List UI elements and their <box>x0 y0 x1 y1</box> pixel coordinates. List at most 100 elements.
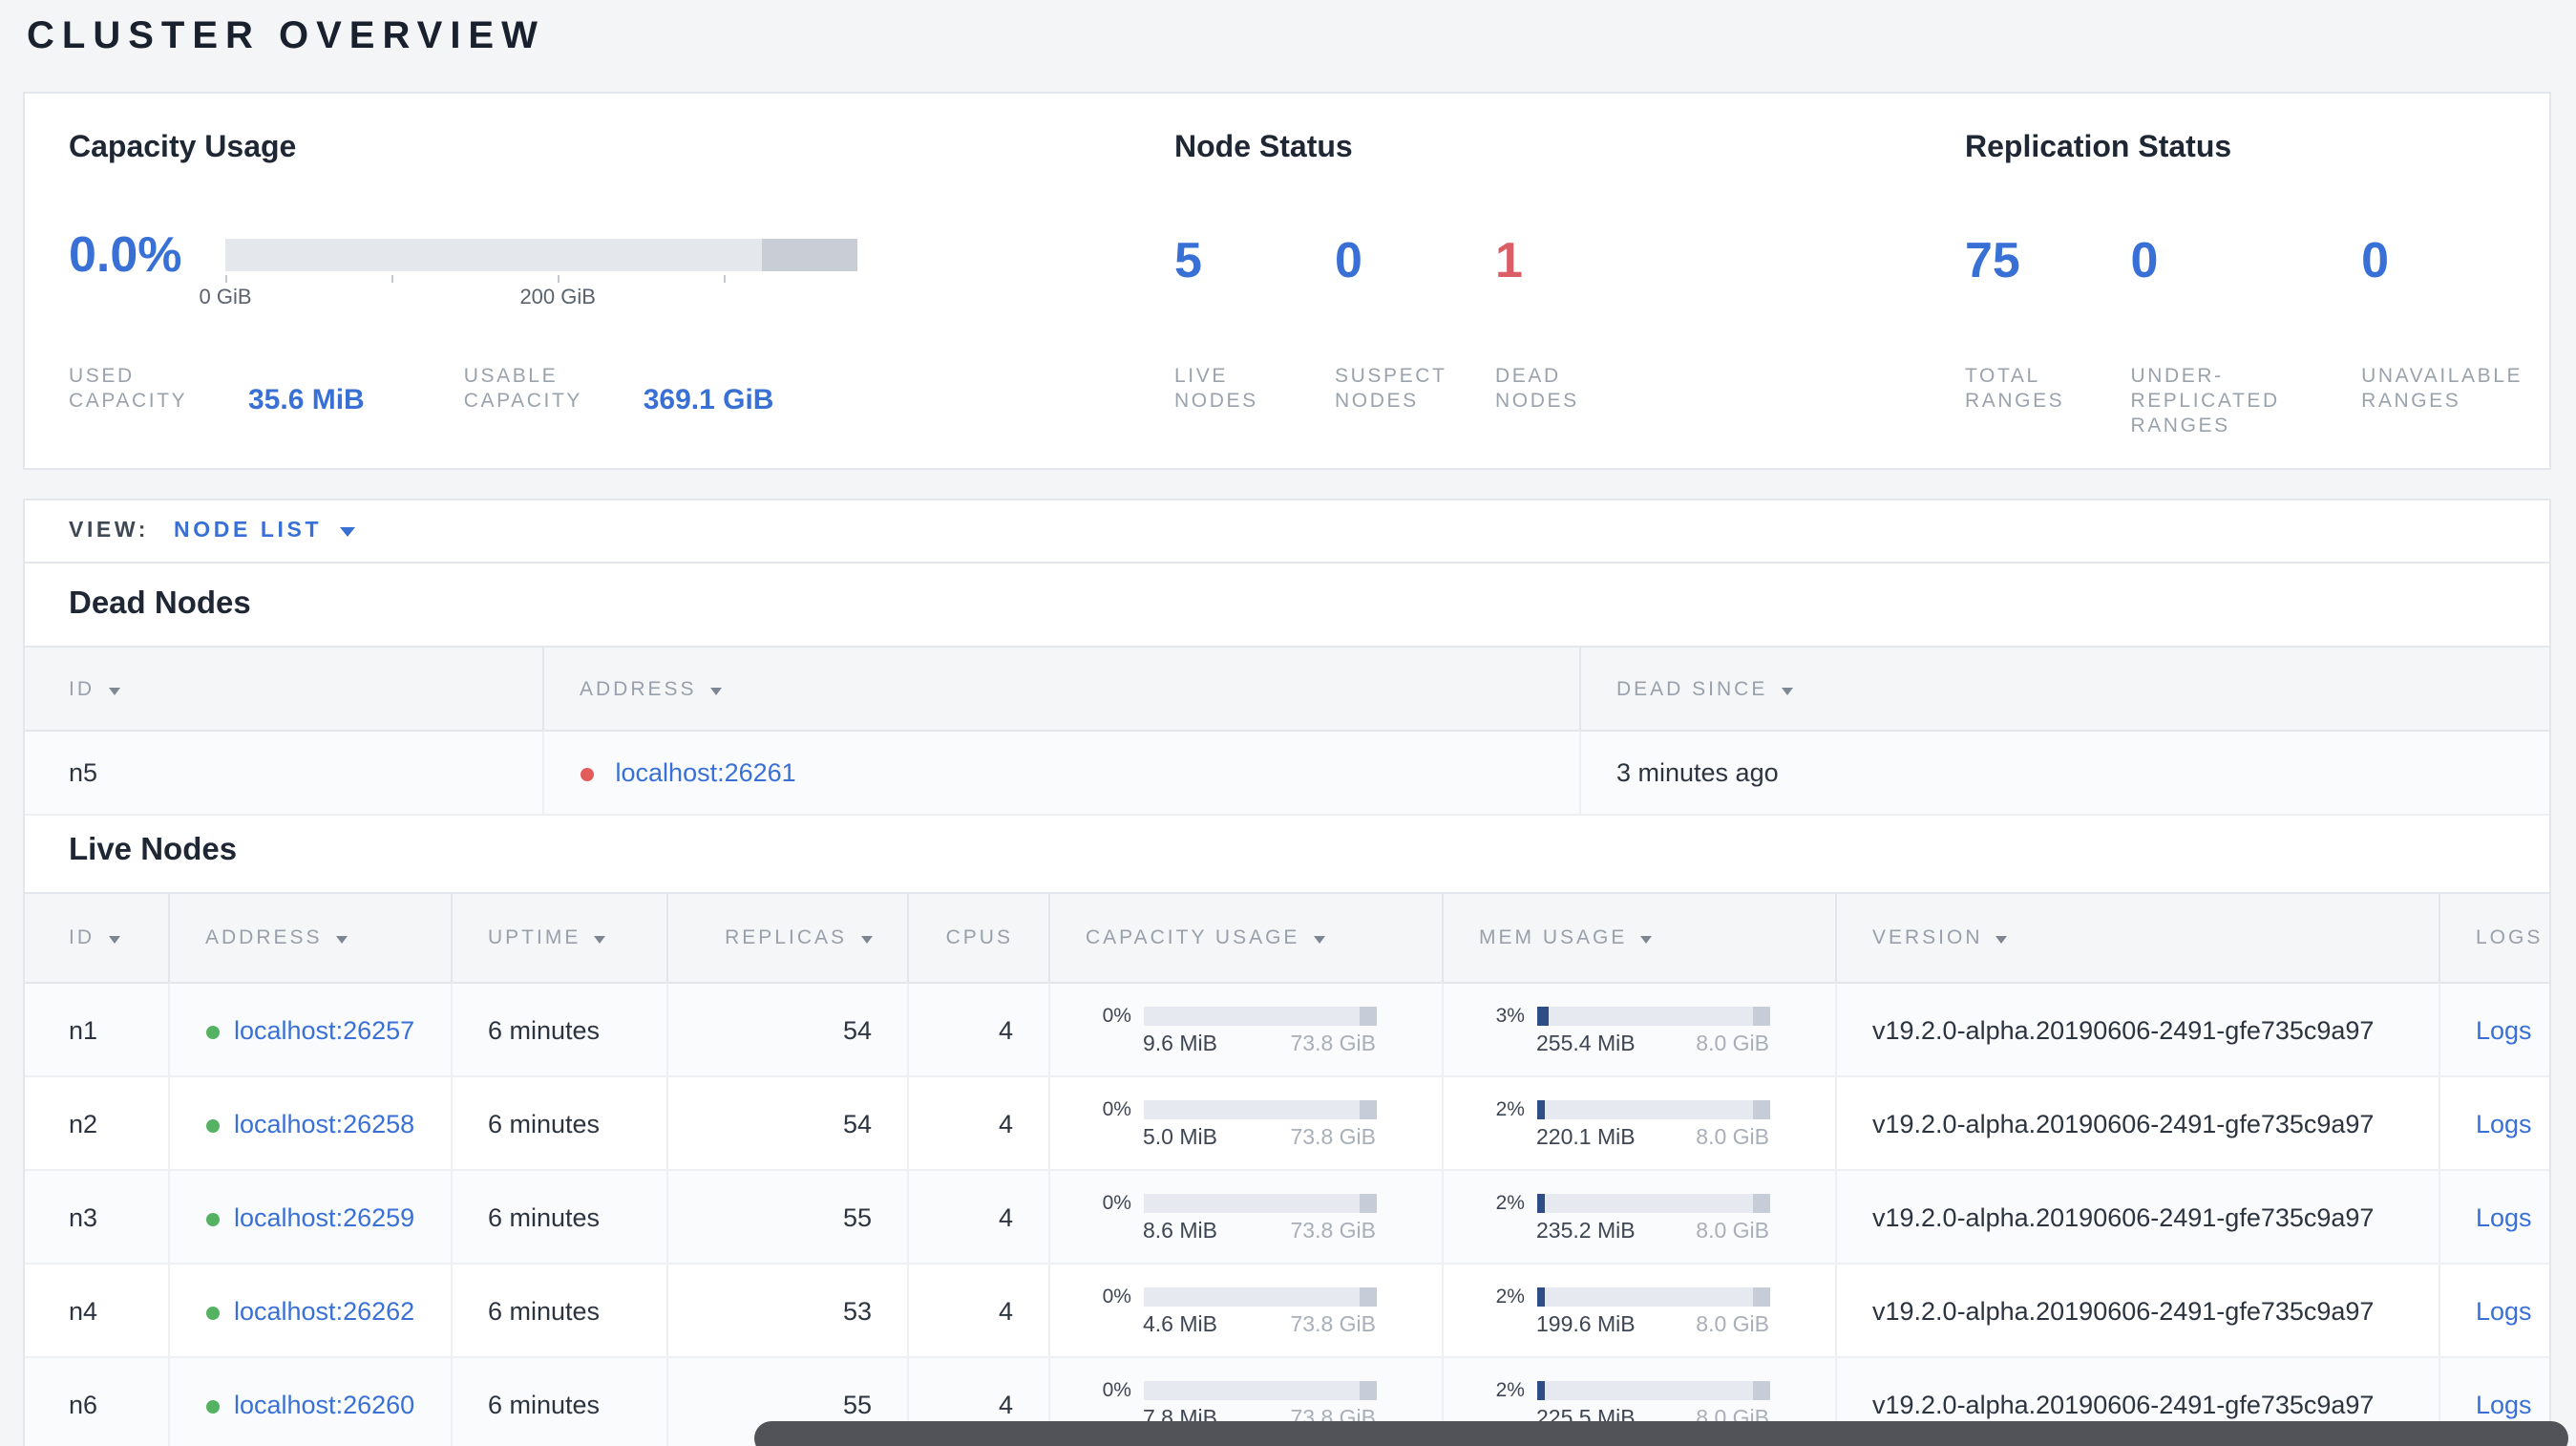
mem-used-value: 255.4 MiB <box>1536 1032 1636 1055</box>
suspect-nodes-label: SUSPECT NODES <box>1335 365 1447 413</box>
version-cell: v19.2.0-alpha.20190606-2491-gfe735c9a97 <box>1835 1170 2439 1265</box>
dead-node-row: n5 localhost:26261 3 minutes ago <box>25 731 2549 816</box>
replicas-cell: 55 <box>666 1170 908 1265</box>
usable-capacity-value: 369.1 GiB <box>643 384 774 416</box>
mem-bar-fill <box>1536 1287 1544 1306</box>
capacity-usage-section: Capacity Usage 0.0% 0 GiB 200 GiB USED C… <box>69 94 1148 468</box>
suspect-nodes-value: 0 <box>1335 231 1362 288</box>
view-dropdown-value: NODE LIST <box>174 520 323 542</box>
uptime-cell: 6 minutes <box>451 1264 667 1358</box>
uptime-cell: 6 minutes <box>451 983 667 1077</box>
mem-bar <box>1536 1380 1769 1399</box>
mem-usage-cell: 2% 235.2 MiB 8.0 GiB <box>1442 1170 1836 1265</box>
node-id-cell: n1 <box>25 983 169 1077</box>
axis-tick <box>391 274 394 282</box>
column-header-id[interactable]: ID <box>25 892 169 984</box>
column-header-replicas[interactable]: REPLICAS <box>666 892 908 984</box>
capacity-bar-reserved-segment <box>762 238 857 270</box>
node-id-cell: n6 <box>25 1357 169 1446</box>
logs-link[interactable]: Logs <box>2476 1202 2532 1231</box>
node-address-link[interactable]: localhost:26258 <box>234 1109 414 1138</box>
mem-bar-reserved <box>1752 1287 1769 1306</box>
replicas-cell: 54 <box>666 983 908 1077</box>
sort-arrow-icon <box>1781 687 1793 694</box>
cpus-cell: 4 <box>907 983 1049 1077</box>
usable-capacity-label: USABLE CAPACITY <box>463 365 582 413</box>
stat-dead-nodes: 1 DEAD NODES <box>1495 231 1656 415</box>
node-address-link[interactable]: localhost:26259 <box>234 1202 414 1231</box>
sort-arrow-icon <box>594 936 606 944</box>
capacity-bar-reserved <box>1359 1193 1376 1212</box>
replication-stats: 75 TOTAL RANGES 0 UNDER-REPLICATED RANGE… <box>1965 231 2547 439</box>
sort-arrow-icon <box>108 687 119 694</box>
mem-bar-reserved <box>1752 1006 1769 1025</box>
live-status-icon <box>205 1025 219 1038</box>
sort-arrow-icon <box>709 687 722 694</box>
node-address-link[interactable]: localhost:26260 <box>234 1390 414 1418</box>
capacity-total-value: 73.8 GiB <box>1290 1126 1377 1149</box>
dead-nodes-table-header: ID ADDRESS DEAD SINCE <box>25 646 2549 732</box>
column-header-address[interactable]: ADDRESS <box>168 892 452 984</box>
usable-capacity-stat: USABLE CAPACITY 369.1 GiB <box>464 365 774 415</box>
mem-used-value: 220.1 MiB <box>1536 1126 1636 1149</box>
column-header-capacity-usage[interactable]: CAPACITY USAGE <box>1048 892 1443 984</box>
capacity-used-value: 9.6 MiB <box>1143 1032 1217 1055</box>
capacity-bar <box>1143 1380 1376 1399</box>
node-address-link[interactable]: localhost:26257 <box>234 1015 414 1044</box>
logs-cell: Logs <box>2439 1170 2549 1265</box>
capacity-total-value: 73.8 GiB <box>1290 1220 1377 1243</box>
stat-unavailable-ranges: 0 UNAVAILABLE RANGES <box>2361 231 2547 439</box>
column-header-cpus[interactable]: CPUS <box>907 892 1049 984</box>
used-capacity-stat: USED CAPACITY 35.6 MiB <box>69 365 365 415</box>
column-header-uptime[interactable]: UPTIME <box>451 892 667 984</box>
version-cell: v19.2.0-alpha.20190606-2491-gfe735c9a97 <box>1835 1264 2439 1358</box>
mem-total-value: 8.0 GiB <box>1696 1126 1769 1149</box>
node-address-cell: localhost:26262 <box>168 1264 452 1358</box>
view-dropdown[interactable]: NODE LIST <box>174 520 355 542</box>
horizontal-scrollbar[interactable] <box>754 1421 2568 1446</box>
used-capacity-value: 35.6 MiB <box>248 384 365 416</box>
mem-bar <box>1536 1193 1769 1212</box>
sort-arrow-icon <box>1313 936 1325 944</box>
mem-used-value: 199.6 MiB <box>1536 1313 1636 1336</box>
capacity-bar <box>1143 1193 1376 1212</box>
logs-cell: Logs <box>2439 1076 2549 1171</box>
live-status-icon <box>205 1212 219 1225</box>
mem-percent: 2% <box>1495 1378 1525 1401</box>
logs-link[interactable]: Logs <box>2476 1109 2532 1138</box>
node-address-link[interactable]: localhost:26261 <box>616 758 796 787</box>
total-ranges-value: 75 <box>1965 231 2020 288</box>
capacity-percent: 0% <box>1102 1285 1131 1308</box>
logs-link[interactable]: Logs <box>2476 1015 2532 1044</box>
logs-link[interactable]: Logs <box>2476 1296 2532 1325</box>
axis-tick <box>225 274 227 282</box>
mem-usage-cell: 2% 220.1 MiB 8.0 GiB <box>1442 1076 1836 1171</box>
column-header-dead-since[interactable]: DEAD SINCE <box>1579 646 2549 732</box>
live-node-row: n2 localhost:26258 6 minutes 54 4 0% 5.0… <box>25 1076 2549 1171</box>
capacity-bar <box>1143 1006 1376 1025</box>
live-nodes-table-header: ID ADDRESS UPTIME REPLICAS CPUS CAPACITY… <box>25 892 2549 984</box>
capacity-usage-cell: 0% 8.6 MiB 73.8 GiB <box>1048 1170 1443 1265</box>
node-address-link[interactable]: localhost:26262 <box>234 1296 414 1325</box>
logs-link[interactable]: Logs <box>2476 1390 2532 1418</box>
node-address-cell: localhost:26258 <box>168 1076 452 1171</box>
capacity-bar-reserved <box>1359 1287 1376 1306</box>
dead-status-icon <box>580 768 593 781</box>
column-header-mem-usage[interactable]: MEM USAGE <box>1442 892 1836 984</box>
total-ranges-label: TOTAL RANGES <box>1965 365 2065 413</box>
uptime-cell: 6 minutes <box>451 1170 667 1265</box>
mem-usage-cell: 3% 255.4 MiB 8.0 GiB <box>1442 983 1836 1077</box>
mem-bar-reserved <box>1752 1099 1769 1118</box>
mem-bar-reserved <box>1752 1380 1769 1399</box>
capacity-percent: 0.0% <box>69 224 182 282</box>
chevron-down-icon <box>339 526 355 536</box>
mem-bar-fill <box>1536 1380 1544 1399</box>
column-header-version[interactable]: VERSION <box>1835 892 2439 984</box>
axis-tick <box>558 274 560 282</box>
unavailable-ranges-value: 0 <box>2361 231 2390 288</box>
column-header-id[interactable]: ID <box>25 646 543 732</box>
node-address-cell: localhost:26257 <box>168 983 452 1077</box>
column-header-address[interactable]: ADDRESS <box>542 646 1580 732</box>
mem-percent: 2% <box>1495 1097 1525 1120</box>
dead-nodes-value: 1 <box>1495 231 1523 288</box>
